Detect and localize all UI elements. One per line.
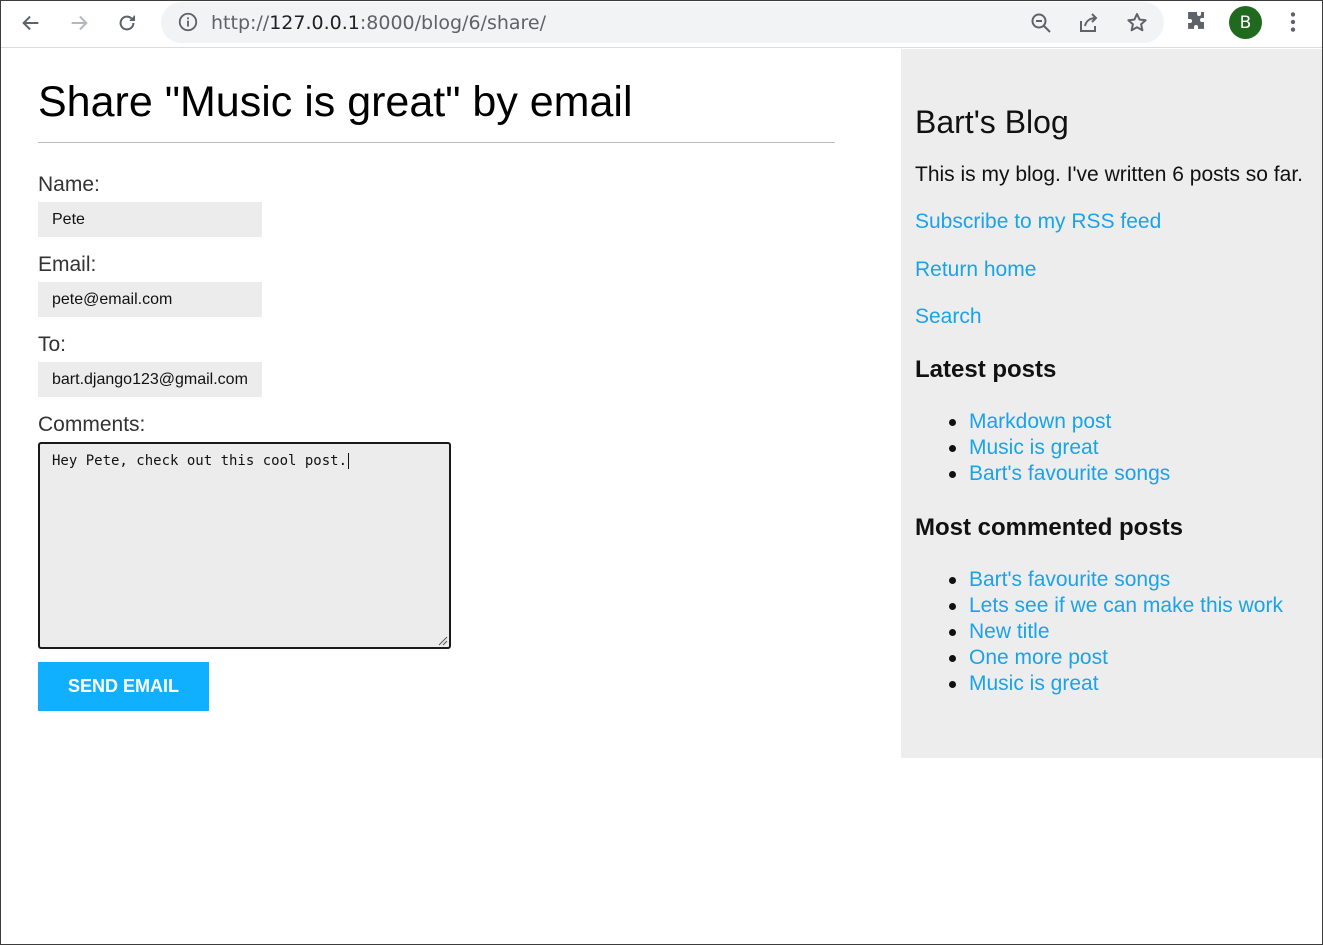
post-link[interactable]: One more post <box>969 646 1108 669</box>
post-link[interactable]: Music is great <box>969 672 1099 695</box>
blog-title: Bart's Blog <box>915 104 1069 140</box>
to-label: To: <box>38 333 67 356</box>
name-input[interactable] <box>38 202 262 237</box>
comments-text: Hey Pete, check out this cool post. <box>52 453 348 469</box>
post-link[interactable]: Bart's favourite songs <box>969 568 1170 591</box>
email-label: Email: <box>38 253 97 276</box>
url-path: :8000/blog/6/share/ <box>359 12 547 34</box>
most-commented-list: Bart's favourite songs Lets see if we ca… <box>915 567 1308 697</box>
extensions-puzzle-icon[interactable] <box>1184 9 1210 35</box>
back-arrow-icon <box>22 15 39 31</box>
main-content: Share "Music is great" by email Name: Em… <box>38 49 838 711</box>
post-link[interactable]: Bart's favourite songs <box>969 462 1170 485</box>
more-menu-icon[interactable] <box>1280 9 1306 35</box>
sidebar: Bart's Blog This is my blog. I've writte… <box>901 49 1322 758</box>
name-label: Name: <box>38 173 100 196</box>
reload-button[interactable] <box>110 6 144 40</box>
email-input[interactable] <box>38 282 262 317</box>
url-host: 127.0.0.1 <box>269 12 360 34</box>
post-link[interactable]: New title <box>969 620 1050 643</box>
list-item: Music is great <box>947 435 1308 461</box>
list-item: New title <box>947 619 1308 645</box>
resize-grip-icon[interactable] <box>437 635 448 646</box>
comments-textarea[interactable]: Hey Pete, check out this cool post.​ <box>38 442 451 649</box>
forward-arrow-icon <box>71 15 88 31</box>
post-link[interactable]: Markdown post <box>969 410 1111 433</box>
list-item: Music is great <box>947 671 1308 697</box>
url-scheme: http:// <box>211 12 270 34</box>
zoom-out-icon[interactable] <box>1029 11 1053 35</box>
reload-icon <box>119 15 136 31</box>
send-email-button[interactable]: Send email <box>38 662 209 711</box>
back-button[interactable] <box>14 6 48 40</box>
text-cursor: ​ <box>348 453 350 469</box>
comments-label: Comments: <box>38 413 146 436</box>
post-link[interactable]: Lets see if we can make this work <box>969 594 1283 617</box>
star-icon[interactable] <box>1125 11 1149 35</box>
share-icon[interactable] <box>1077 11 1101 35</box>
page-title: Share "Music is great" by email <box>38 77 835 143</box>
share-form: Name: Email: To: Comments: Hey Pete, che… <box>38 172 838 711</box>
browser-toolbar: http://127.0.0.1:8000/blog/6/share/ B <box>1 1 1322 48</box>
blog-description: This is my blog. I've written 6 posts so… <box>915 163 1303 186</box>
latest-posts-list: Markdown post Music is great Bart's favo… <box>915 409 1308 487</box>
list-item: Lets see if we can make this work <box>947 593 1308 619</box>
list-item: Markdown post <box>947 409 1308 435</box>
search-link[interactable]: Search <box>915 304 1308 330</box>
address-bar[interactable]: http://127.0.0.1:8000/blog/6/share/ <box>161 2 1164 43</box>
forward-button[interactable] <box>62 6 96 40</box>
list-item: One more post <box>947 645 1308 671</box>
list-item: Bart's favourite songs <box>947 567 1308 593</box>
to-input[interactable] <box>38 362 262 397</box>
list-item: Bart's favourite songs <box>947 461 1308 487</box>
profile-avatar[interactable]: B <box>1229 6 1262 39</box>
most-commented-heading: Most commented posts <box>915 514 1184 541</box>
return-home-link[interactable]: Return home <box>915 257 1308 283</box>
post-link[interactable]: Music is great <box>969 436 1099 459</box>
rss-feed-link[interactable]: Subscribe to my RSS feed <box>915 209 1308 235</box>
latest-posts-heading: Latest posts <box>915 356 1057 383</box>
info-icon[interactable] <box>177 11 199 33</box>
url-text[interactable]: http://127.0.0.1:8000/blog/6/share/ <box>211 12 546 34</box>
